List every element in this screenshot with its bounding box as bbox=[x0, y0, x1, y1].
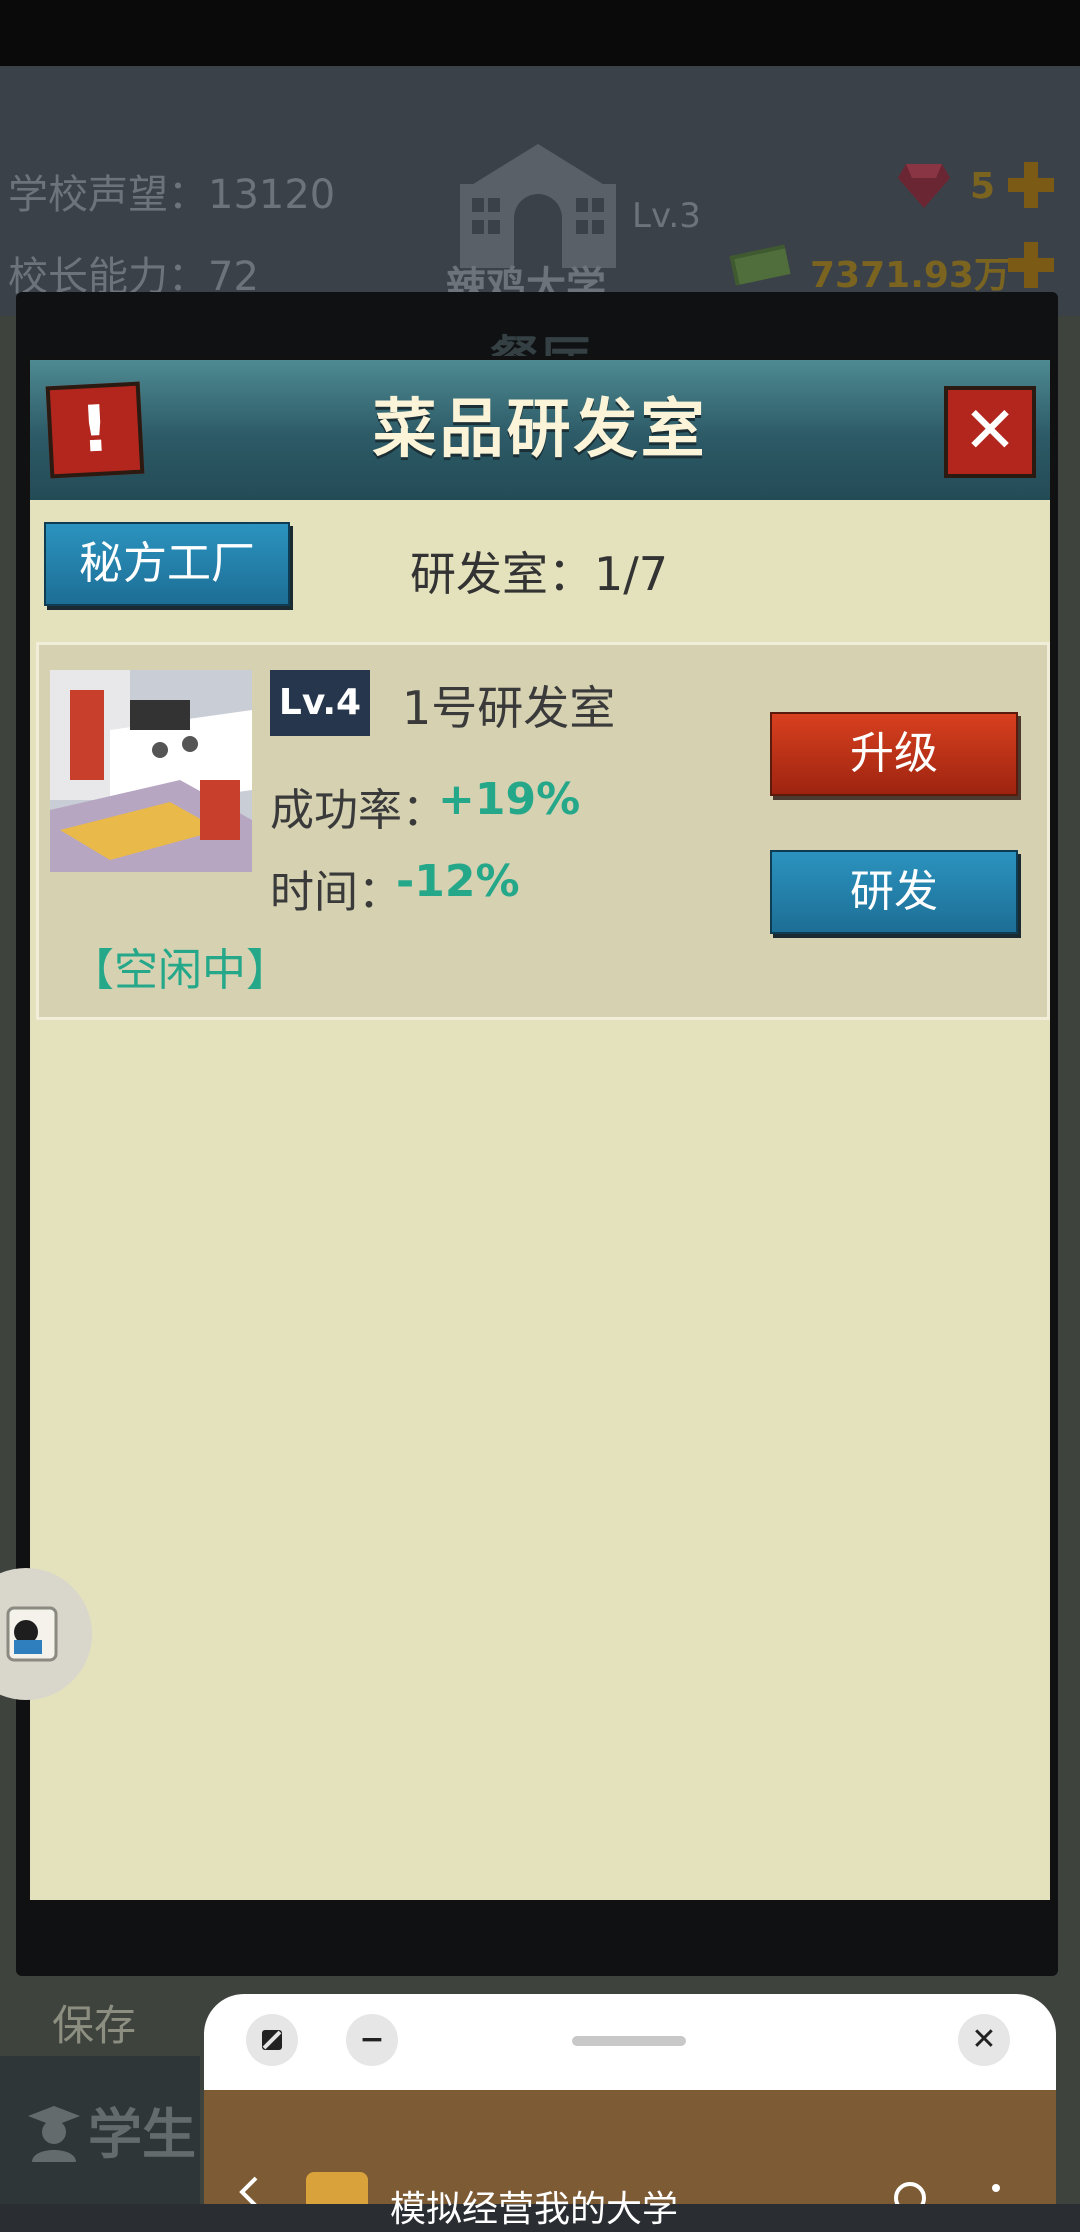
research-button[interactable]: 研发 bbox=[770, 850, 1018, 934]
more-icon[interactable] bbox=[990, 2182, 1002, 2204]
school-level: Lv.3 bbox=[632, 196, 701, 236]
exclamation-icon: ! bbox=[78, 392, 112, 468]
resize-button[interactable] bbox=[246, 2014, 298, 2066]
dialog-title: 菜品研发室 bbox=[372, 393, 708, 467]
plus-icon bbox=[1008, 242, 1054, 288]
close-icon: ✕ bbox=[963, 394, 1017, 468]
money-amount: 7371.93万 bbox=[810, 255, 1010, 296]
student-tab-label: 学生 bbox=[88, 2103, 196, 2166]
gem-icon bbox=[898, 164, 950, 208]
floating-window-title: 模拟经营我的大学 bbox=[390, 2189, 679, 2230]
back-icon[interactable] bbox=[234, 2176, 264, 2204]
assistant-icon bbox=[6, 1606, 58, 1662]
success-rate-value: +19% bbox=[438, 774, 581, 825]
recipe-factory-button[interactable]: 秘方工厂 bbox=[44, 522, 290, 606]
status-bar bbox=[0, 0, 1080, 66]
time-value: -12% bbox=[396, 856, 520, 907]
minimize-button[interactable]: − bbox=[346, 2014, 398, 2066]
add-money-button[interactable] bbox=[1006, 240, 1056, 290]
school-building-icon bbox=[460, 144, 616, 268]
lab-name: 1号研发室 bbox=[402, 681, 616, 735]
upgrade-button[interactable]: 升级 bbox=[770, 712, 1018, 796]
time-label: 时间： bbox=[270, 867, 402, 918]
resize-icon bbox=[262, 2030, 282, 2050]
app-icon bbox=[306, 2172, 368, 2204]
plus-icon bbox=[1008, 162, 1054, 208]
add-gem-button[interactable] bbox=[1006, 160, 1056, 210]
lab-status: 【空闲中】 bbox=[70, 945, 290, 996]
info-warning-button[interactable]: ! bbox=[45, 381, 145, 479]
lab-level-badge: Lv.4 bbox=[270, 670, 370, 736]
lab-count: 研发室：1/7 bbox=[410, 547, 669, 601]
gem-count: 5 bbox=[970, 166, 996, 207]
school-reputation: 学校声望：13120 bbox=[8, 172, 336, 218]
student-icon bbox=[28, 2106, 80, 2162]
floating-close-button[interactable]: ✕ bbox=[958, 2014, 1010, 2066]
search-icon[interactable] bbox=[890, 2180, 930, 2204]
kitchen-lab-image bbox=[50, 670, 252, 872]
money-icon bbox=[729, 244, 791, 286]
drag-handle[interactable] bbox=[572, 2036, 686, 2046]
save-button[interactable]: 保存 bbox=[52, 1992, 136, 2053]
close-button[interactable]: ✕ bbox=[944, 386, 1036, 478]
success-rate-label: 成功率： bbox=[270, 785, 446, 836]
